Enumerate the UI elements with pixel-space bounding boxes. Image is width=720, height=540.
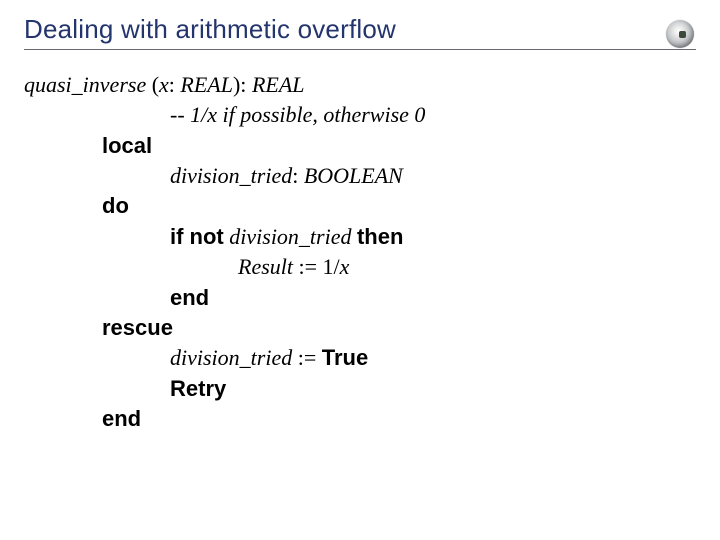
keyword-then: then: [357, 224, 403, 249]
slide: Dealing with arithmetic overflow quasi_i…: [0, 0, 720, 434]
local-var-type: BOOLEAN: [304, 163, 403, 188]
sig-close: ):: [233, 72, 252, 97]
sig-open: (: [146, 72, 159, 97]
return-type: REAL: [252, 72, 305, 97]
keyword-retry: Retry: [170, 374, 226, 404]
slide-title: Dealing with arithmetic overflow: [24, 14, 696, 45]
param-type: REAL: [180, 72, 233, 97]
logo-dot-icon: [679, 31, 686, 38]
keyword-end-outer: end: [102, 404, 141, 434]
keyword-if-not: if not: [170, 224, 224, 249]
result-var: Result: [238, 254, 293, 279]
rescue-var: division_tried: [170, 345, 292, 370]
comment-line: -- 1/x if possible, otherwise 0: [170, 100, 425, 130]
colon-1: :: [169, 72, 181, 97]
local-var-name: division_tried: [170, 163, 292, 188]
local-colon: :: [292, 163, 304, 188]
title-rule: [24, 49, 696, 50]
function-name: quasi_inverse: [24, 72, 146, 97]
code-block: quasi_inverse (x: REAL): REAL -- 1/x if …: [24, 70, 696, 434]
assign-rhs: x: [340, 254, 350, 279]
keyword-do: do: [102, 191, 129, 221]
assign-op-2: :=: [292, 345, 322, 370]
keyword-rescue: rescue: [102, 313, 173, 343]
sphere-logo-icon: [666, 20, 694, 48]
param-name: x: [159, 72, 169, 97]
keyword-end-inner: end: [170, 283, 209, 313]
keyword-local: local: [102, 131, 152, 161]
true-literal: True: [322, 345, 368, 370]
condition-var: division_tried: [224, 224, 357, 249]
assign-op-1: := 1/: [293, 254, 340, 279]
